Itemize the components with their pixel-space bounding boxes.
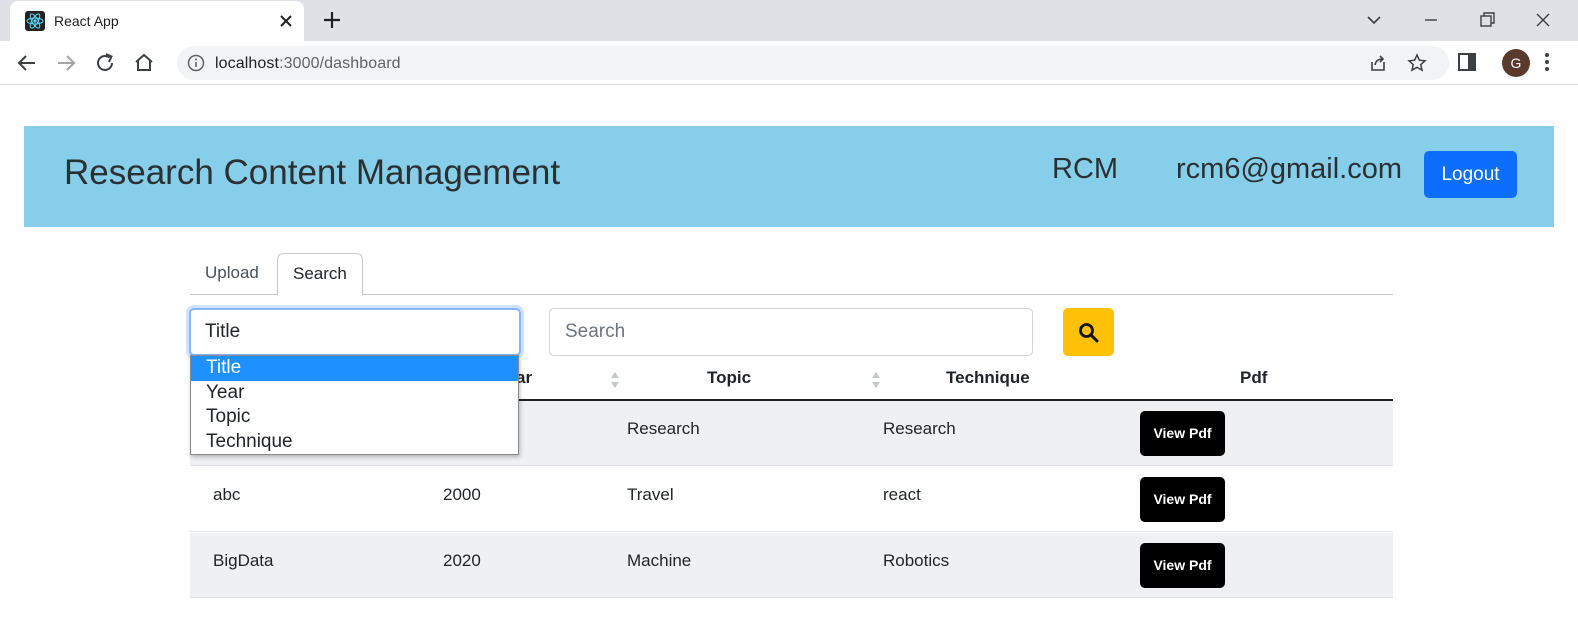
search-input[interactable] — [549, 308, 1033, 356]
react-logo-icon — [25, 11, 45, 31]
dropdown-option-topic[interactable]: Topic — [191, 405, 518, 430]
cell-topic: Travel — [627, 485, 674, 504]
browser-tab[interactable]: React App — [10, 1, 304, 41]
brand-title: Research Content Management — [64, 153, 561, 192]
tab-search-chevron-icon[interactable] — [1360, 6, 1388, 34]
bookmark-star-icon[interactable] — [1407, 53, 1427, 73]
minimize-icon[interactable] — [1417, 6, 1445, 34]
column-header-technique[interactable]: Technique — [946, 368, 1030, 388]
site-info-icon[interactable] — [187, 54, 205, 72]
sort-year-icon[interactable] — [610, 370, 620, 390]
logout-button[interactable]: Logout — [1424, 151, 1517, 198]
reload-icon[interactable] — [92, 50, 118, 76]
restore-icon[interactable] — [1473, 6, 1501, 34]
back-arrow-icon[interactable] — [14, 50, 40, 76]
cell-title: abc — [213, 485, 241, 504]
sort-topic-icon[interactable] — [871, 370, 881, 390]
tab-upload[interactable]: Upload — [190, 253, 274, 295]
share-icon[interactable] — [1368, 53, 1388, 73]
user-email: rcm6@gmail.com — [1176, 153, 1403, 185]
url-text: localhost:3000/dashboard — [215, 55, 401, 73]
tab-search[interactable]: Search — [277, 253, 363, 296]
view-pdf-button[interactable]: View Pdf — [1140, 543, 1225, 588]
column-header-pdf: Pdf — [1240, 368, 1268, 387]
close-tab-icon[interactable] — [274, 9, 298, 33]
url-host: localhost — [215, 55, 280, 72]
url-path: :3000/dashboard — [279, 55, 401, 72]
brand-short-name: RCM — [1052, 153, 1119, 185]
search-button[interactable] — [1063, 308, 1114, 356]
table-row: abc 2000 Travel react View Pdf — [190, 467, 1393, 532]
side-panel-icon[interactable] — [1456, 51, 1478, 73]
search-field-value: Title — [205, 321, 241, 342]
view-pdf-button[interactable]: View Pdf — [1140, 477, 1225, 522]
forward-arrow-icon[interactable] — [53, 50, 79, 76]
cell-year: 2000 — [443, 485, 481, 504]
dropdown-option-technique[interactable]: Technique — [191, 430, 518, 455]
search-field-select[interactable]: Title — [189, 308, 521, 356]
search-field-dropdown: Title Year Topic Technique — [190, 355, 519, 455]
home-icon[interactable] — [131, 50, 157, 76]
tab-bar: Upload Search — [190, 253, 1393, 296]
column-header-topic[interactable]: Topic — [707, 368, 751, 388]
cell-technique: Robotics — [883, 551, 950, 570]
search-icon — [1079, 323, 1099, 343]
cell-technique: react — [883, 485, 921, 504]
close-window-icon[interactable] — [1529, 6, 1557, 34]
address-bar[interactable]: localhost:3000/dashboard — [177, 46, 1449, 80]
dropdown-option-year[interactable]: Year — [191, 381, 518, 406]
browser-toolbar: localhost:3000/dashboard G — [0, 41, 1578, 85]
new-tab-icon[interactable] — [320, 8, 344, 32]
browser-tabstrip: React App — [0, 0, 1578, 41]
profile-avatar[interactable]: G — [1502, 49, 1530, 77]
tab-title: React App — [54, 13, 119, 29]
table-row: BigData 2020 Machine Robotics View Pdf — [190, 533, 1393, 598]
cell-topic: Research — [627, 419, 700, 438]
view-pdf-button[interactable]: View Pdf — [1140, 411, 1225, 456]
app-header: Research Content Management RCM rcm6@gma… — [24, 126, 1554, 227]
cell-year: 2020 — [443, 551, 481, 570]
dropdown-option-title[interactable]: Title — [191, 356, 518, 381]
cell-technique: Research — [883, 419, 956, 438]
cell-title: BigData — [213, 551, 274, 570]
kebab-menu-icon[interactable] — [1536, 51, 1558, 73]
cell-topic: Machine — [627, 551, 692, 570]
